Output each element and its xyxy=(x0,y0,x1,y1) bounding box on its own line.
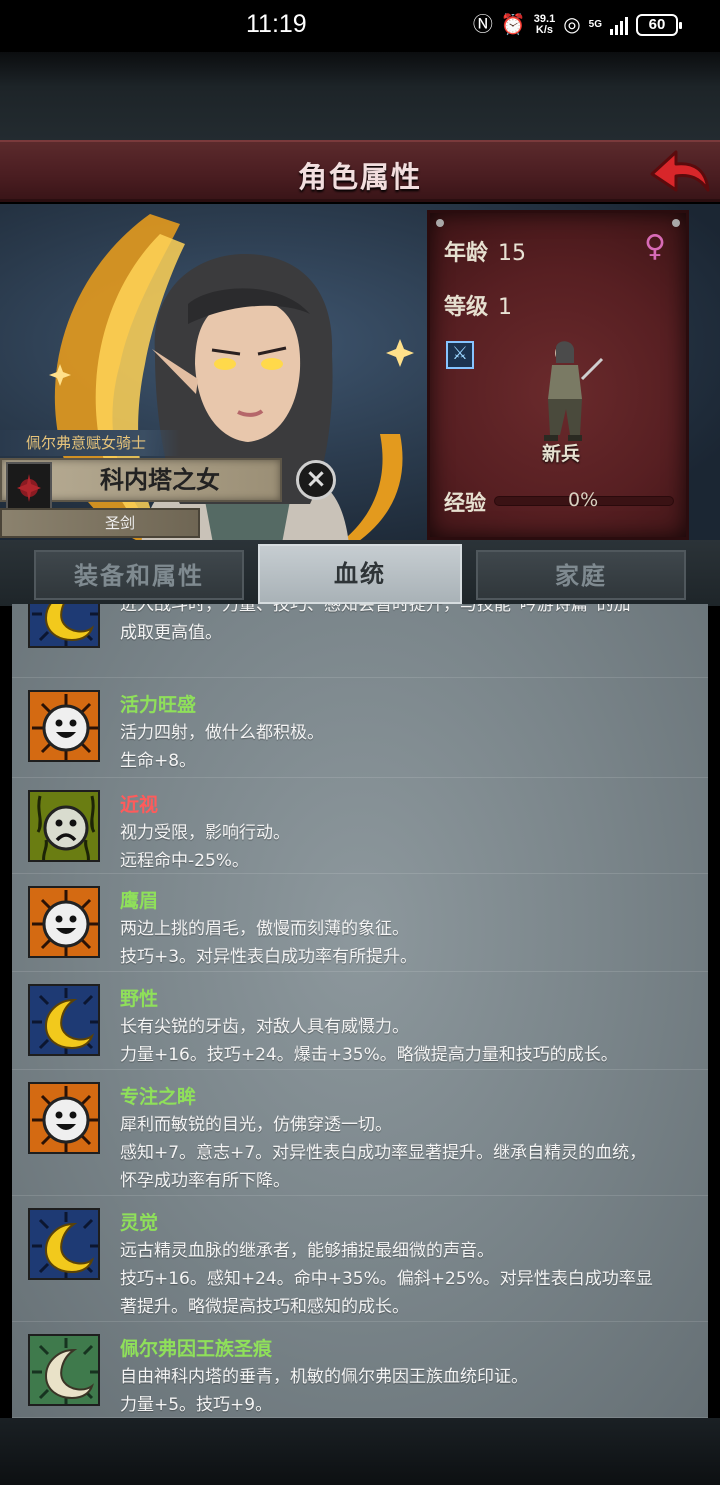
trait-name: 野性 xyxy=(120,988,159,1010)
dismiss-button[interactable]: × xyxy=(296,460,336,500)
trait-row: 鹰眉两边上挑的眉毛，傲慢而刻薄的象征。 技巧+3。对异性表白成功率有所提升。 xyxy=(12,874,708,972)
level-row: 等级 1 xyxy=(444,289,512,321)
net-speed: 39.1 K/s xyxy=(534,14,555,36)
trait-description: 视力受限，影响行动。 xyxy=(120,823,290,843)
trait-description: 远古精灵血脉的继承者，能够捕捉最细微的声音。 xyxy=(120,1241,494,1261)
close-icon: × xyxy=(305,464,327,494)
trait-row: 专注之眸犀利而敏锐的目光，仿佛穿透一切。感知+7。意志+7。对异性表白成功率显著… xyxy=(12,1070,708,1196)
net-speed-unit: K/s xyxy=(535,24,554,36)
moon-icon[interactable] xyxy=(28,604,100,648)
class-tag: 佩尔弗意赋女骑士 xyxy=(0,430,180,456)
trait-description: 自由神科内塔的垂青，机敏的佩尔弗因王族血统印证。 xyxy=(120,1367,528,1387)
alarm-icon: ⏰ xyxy=(500,14,526,36)
trait-description: 远程命中-25%。 xyxy=(120,851,249,871)
trait-description: 技巧+3。对异性表白成功率有所提升。 xyxy=(120,947,418,967)
trait-description: 犀利而敏锐的目光，仿佛穿透一切。 xyxy=(120,1115,392,1135)
exp-label: 经验 xyxy=(444,491,486,515)
trait-description: 进入战斗时，力量、技巧、感知会暂时提升，与技能“吟游诗篇”的加 xyxy=(120,604,631,615)
trait-row: 近视视力受限，影响行动。 远程命中-25%。 xyxy=(12,778,708,874)
nfc-icon: Ⓝ xyxy=(472,14,493,36)
trait-description: 两边上挑的眉毛，傲慢而刻薄的象征。 xyxy=(120,919,409,939)
tab-family[interactable]: 家庭 xyxy=(476,550,686,600)
tab-bar: 装备和属性 血统 家庭 xyxy=(0,540,720,606)
status-bar: 11:19 Ⓝ ⏰ 39.1 K/s ◎ 5G 60 xyxy=(0,0,720,52)
trait-description: 力量+5。技巧+9。 xyxy=(120,1395,273,1415)
trait-row: 活力旺盛活力四射，做什么都积极。 生命+8。 xyxy=(12,678,708,778)
level-label: 等级 xyxy=(444,295,489,320)
trait-name: 专注之眸 xyxy=(120,1086,197,1108)
network-type: 5G xyxy=(588,19,602,30)
trait-description: 技巧+16。感知+24。命中+35%。偏斜+25%。对异性表白成功率显 xyxy=(120,1269,653,1289)
age-value: 15 xyxy=(498,241,527,266)
age-label: 年龄 xyxy=(444,241,489,266)
character-portrait xyxy=(140,254,350,550)
tab-bloodline[interactable]: 血统 xyxy=(258,544,462,604)
exp-percent: 0% xyxy=(568,489,599,511)
level-value: 1 xyxy=(498,295,513,320)
frown-icon[interactable] xyxy=(28,790,100,862)
trait-row: 进入战斗时，力量、技巧、感知会暂时提升，与技能“吟游诗篇”的加成取更高值。 xyxy=(12,604,708,678)
trait-description: 怀孕成功率有所下降。 xyxy=(120,1171,290,1191)
title-bar: 角色属性 xyxy=(0,140,720,202)
trait-name: 活力旺盛 xyxy=(120,694,197,716)
trait-name: 佩尔弗因王族圣痕 xyxy=(120,1338,273,1360)
trait-description: 力量+16。技巧+24。爆击+35%。略微提高力量和技巧的成长。 xyxy=(120,1045,618,1065)
back-button[interactable] xyxy=(646,144,712,200)
soldier-sprite xyxy=(544,341,604,441)
age-row: 年龄 15 xyxy=(444,235,526,267)
rivet xyxy=(672,219,680,227)
trait-row: 佩尔弗因王族圣痕自由神科内塔的垂青，机敏的佩尔弗因王族血统印证。 力量+5。技巧+… xyxy=(12,1322,708,1418)
trait-row: 野性长有尖锐的牙齿，对敌人具有威慑力。力量+16。技巧+24。爆击+35%。略微… xyxy=(12,972,708,1070)
smile-icon[interactable] xyxy=(28,1082,100,1154)
trait-name: 灵觉 xyxy=(120,1212,159,1234)
page-title: 角色属性 xyxy=(297,160,422,194)
trait-name: 近视 xyxy=(120,794,159,816)
battery-icon: 60 xyxy=(636,14,682,36)
trait-description: 成取更高值。 xyxy=(120,623,222,643)
back-arrow-icon xyxy=(650,150,710,192)
trait-description: 长有尖锐的牙齿，对敌人具有威慑力。 xyxy=(120,1017,409,1037)
holy-moon-icon[interactable] xyxy=(28,1334,100,1406)
rivet xyxy=(436,219,444,227)
trait-name: 鹰眉 xyxy=(120,890,159,912)
status-icons: Ⓝ ⏰ 39.1 K/s ◎ 5G 60 xyxy=(472,12,682,38)
status-time: 11:19 xyxy=(246,10,307,38)
moon-icon[interactable] xyxy=(28,1208,100,1280)
crest-icon xyxy=(17,474,41,502)
top-backdrop xyxy=(0,52,720,140)
female-icon: ♀ xyxy=(644,229,666,264)
trait-description: 著提升。略微提高技巧和感知的成长。 xyxy=(120,1297,409,1317)
moon-icon[interactable] xyxy=(28,984,100,1056)
signal-icon xyxy=(610,15,628,35)
stats-panel: 年龄 15 ♀ 等级 1 ⚔ 新兵 经验 0% xyxy=(427,210,689,540)
rank-label: 新兵 xyxy=(541,443,580,465)
bottom-bar xyxy=(0,1418,720,1485)
smile-icon[interactable] xyxy=(28,886,100,958)
sword-skill-icon[interactable]: ⚔ xyxy=(446,341,474,369)
wifi-icon: ◎ xyxy=(563,14,581,36)
trait-description: 活力四射，做什么都积极。 xyxy=(120,723,324,743)
character-title: 圣剑 xyxy=(0,508,200,538)
trait-description: 生命+8。 xyxy=(120,751,197,771)
smile-icon[interactable] xyxy=(28,690,100,762)
trait-list: 进入战斗时，力量、技巧、感知会暂时提升，与技能“吟游诗篇”的加 成取更高值。 活力旺… xyxy=(12,604,708,1418)
trait-description: 感知+7。意志+7。对异性表白成功率显著提升。继承自精灵的血统， xyxy=(120,1143,647,1163)
trait-row: 灵觉远古精灵血脉的继承者，能够捕捉最细微的声音。技巧+16。感知+24。命中+3… xyxy=(12,1196,708,1322)
tab-equipment[interactable]: 装备和属性 xyxy=(34,550,244,600)
